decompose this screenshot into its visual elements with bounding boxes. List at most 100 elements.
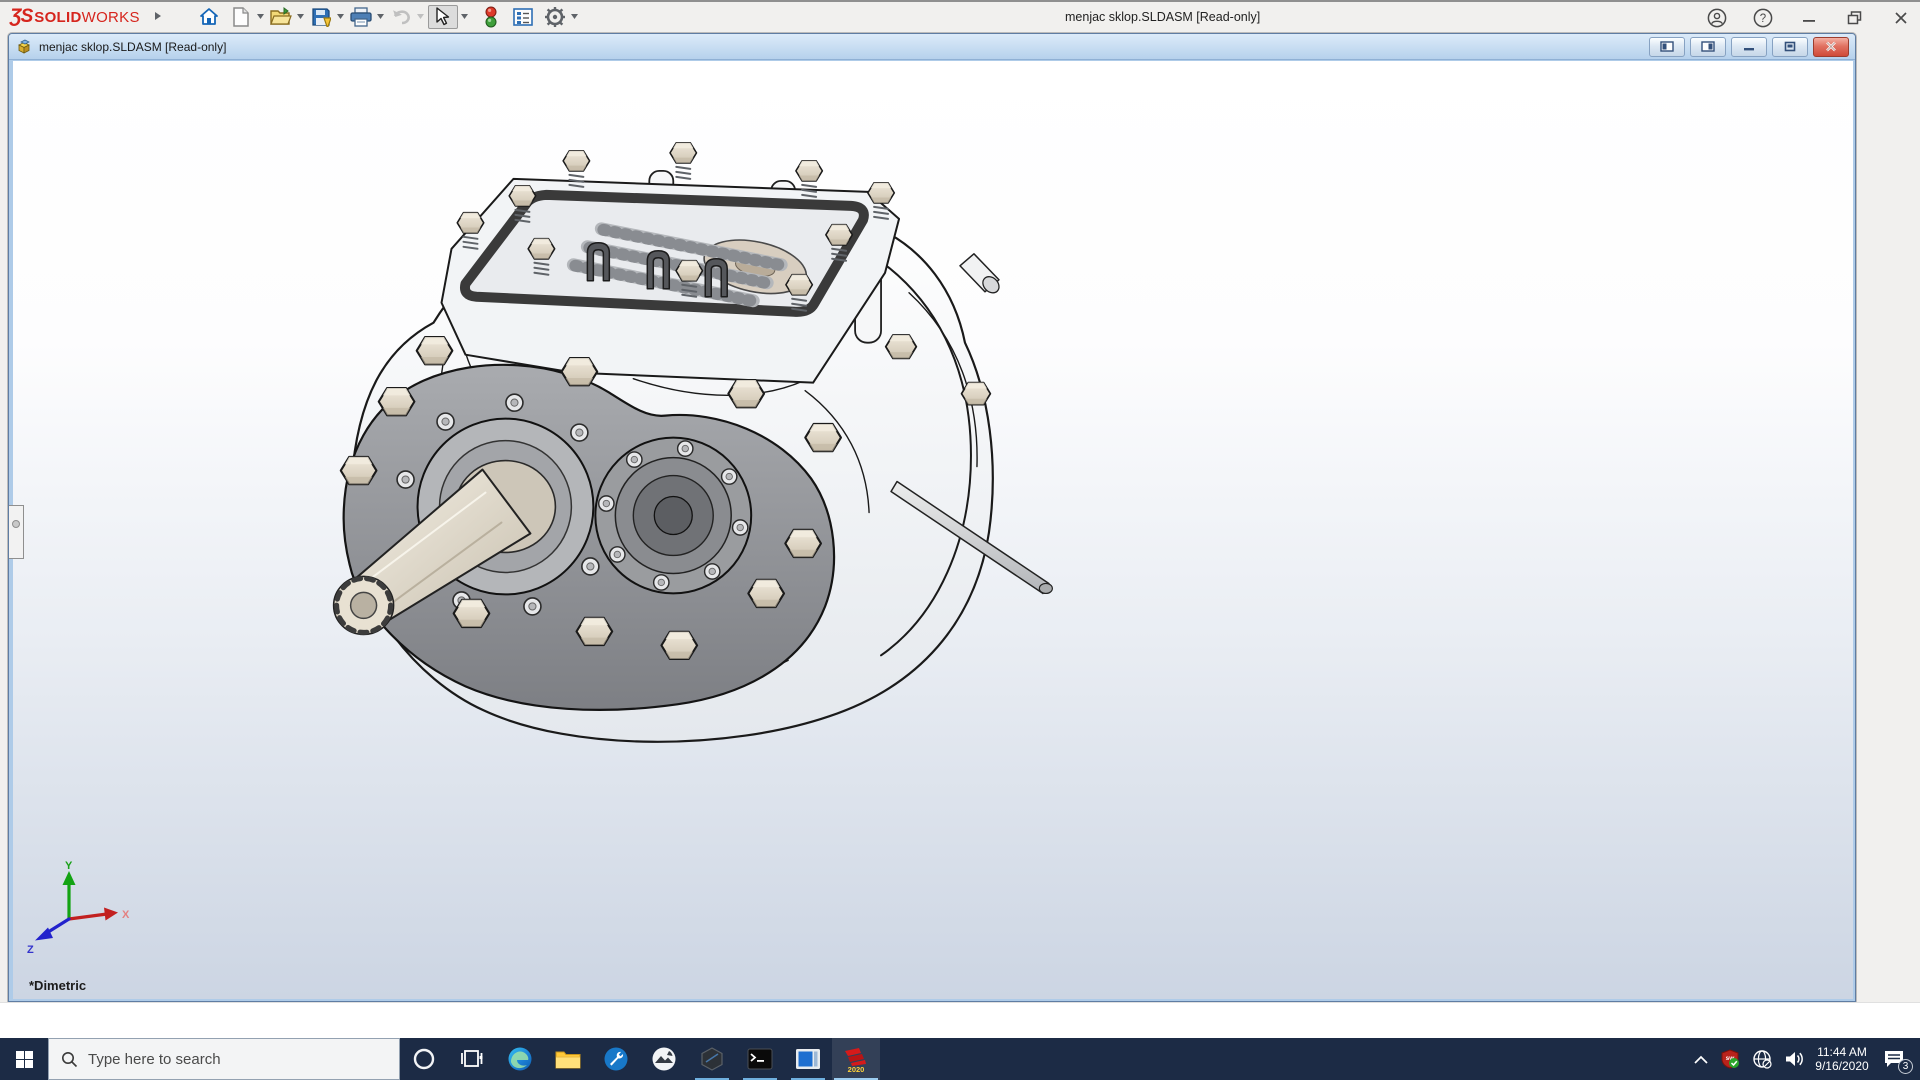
task-list-button[interactable] xyxy=(510,5,536,29)
edge-icon xyxy=(508,1047,532,1071)
print-button[interactable] xyxy=(348,5,374,29)
traffic-light-icon xyxy=(485,6,497,27)
quick-access-toolbar xyxy=(196,4,582,29)
open-button[interactable] xyxy=(268,5,294,29)
search-input[interactable] xyxy=(88,1050,348,1068)
taskbar-hexagon-app[interactable] xyxy=(688,1038,736,1080)
doc-minimize-button[interactable] xyxy=(1731,36,1767,57)
command-prompt-icon xyxy=(747,1048,773,1070)
home-button[interactable] xyxy=(196,5,222,29)
toggle-right-pane-button[interactable] xyxy=(1690,36,1726,57)
tray-solidworks-monitor[interactable]: sw xyxy=(1714,1038,1746,1080)
chevron-up-icon xyxy=(1694,1055,1708,1064)
triad-x-label: X xyxy=(122,909,130,921)
print-dropdown[interactable] xyxy=(374,5,388,29)
hidden-icons-chevron[interactable] xyxy=(1688,1038,1714,1080)
options-gear-dropdown[interactable] xyxy=(568,5,582,29)
taskbar: 2020 sw 11:44 AM 9/16/2020 3 xyxy=(0,1038,1920,1080)
taskbar-file-explorer[interactable] xyxy=(544,1038,592,1080)
taskbar-command-prompt[interactable] xyxy=(736,1038,784,1080)
select-arrow-icon xyxy=(436,7,449,26)
restore-icon xyxy=(1847,10,1862,24)
gearbox-model xyxy=(332,141,1053,743)
sw-shield-check-icon: sw xyxy=(1721,1049,1739,1069)
minimize-icon xyxy=(1803,19,1815,22)
doc-restore-icon xyxy=(1784,41,1796,52)
speaker-icon xyxy=(1786,1052,1803,1066)
pane-right-icon xyxy=(1701,41,1715,52)
photos-icon xyxy=(652,1047,676,1071)
taskbar-search[interactable] xyxy=(48,1038,400,1080)
new-document-button[interactable] xyxy=(228,5,254,29)
sw-year-label: 2020 xyxy=(848,1065,865,1073)
toggle-left-pane-button[interactable] xyxy=(1649,36,1685,57)
document-title: menjac sklop.SLDASM [Read-only] xyxy=(39,39,227,54)
tray-time: 11:44 AM xyxy=(1817,1045,1867,1059)
triad-y-label: Y xyxy=(65,861,73,872)
document-window: menjac sklop.SLDASM [Read-only] Y X Z *D… xyxy=(8,33,1856,1002)
search-icon xyxy=(62,1051,78,1067)
pane-left-icon xyxy=(1660,41,1674,52)
task-list-icon xyxy=(512,7,533,26)
orientation-triad: Y X Z xyxy=(27,861,130,956)
file-explorer-icon xyxy=(555,1051,581,1069)
undo-button[interactable] xyxy=(388,5,414,29)
task-view-icon xyxy=(461,1050,483,1067)
document-titlebar[interactable]: menjac sklop.SLDASM [Read-only] xyxy=(9,34,1855,60)
taskbar-edge[interactable] xyxy=(496,1038,544,1080)
open-dropdown[interactable] xyxy=(294,5,308,29)
tray-date: 9/16/2020 xyxy=(1815,1059,1869,1073)
undo-dropdown[interactable] xyxy=(414,5,428,29)
solidworks-logo: ƷS SOLID WORKS xyxy=(10,6,140,28)
menu-expand-arrow-icon[interactable] xyxy=(154,8,162,26)
new-document-dropdown[interactable] xyxy=(254,5,268,29)
traffic-light-button[interactable] xyxy=(478,5,504,29)
options-gear-button[interactable] xyxy=(542,5,568,29)
help-button[interactable]: ? xyxy=(1752,7,1774,29)
doc-close-icon xyxy=(1826,41,1836,52)
taskbar-solidworks[interactable]: 2020 xyxy=(832,1038,880,1080)
select-tool-dropdown[interactable] xyxy=(458,5,472,29)
minimize-button[interactable] xyxy=(1798,7,1820,29)
pane-tab-handle xyxy=(12,520,20,528)
doc-minimize-icon xyxy=(1744,47,1754,50)
tray-volume[interactable] xyxy=(1778,1038,1810,1080)
account-icon xyxy=(1707,8,1727,27)
taskbar-admin-tools[interactable] xyxy=(592,1038,640,1080)
account-button[interactable] xyxy=(1706,7,1728,29)
select-tool-button[interactable] xyxy=(427,4,458,29)
wrench-tool-icon xyxy=(604,1047,628,1071)
status-bar xyxy=(0,1002,1920,1038)
feature-pane-tab[interactable] xyxy=(9,505,24,559)
home-icon xyxy=(199,7,218,25)
notification-badge: 3 xyxy=(1898,1059,1913,1074)
help-icon: ? xyxy=(1753,8,1773,27)
hexagon-app-icon xyxy=(701,1047,723,1071)
maximize-button[interactable] xyxy=(1844,7,1866,29)
new-document-icon xyxy=(233,6,249,27)
cortana-icon xyxy=(413,1048,435,1070)
app-window-controls: ? xyxy=(1706,2,1912,33)
taskbar-photos[interactable] xyxy=(640,1038,688,1080)
taskbar-cortana[interactable] xyxy=(400,1038,448,1080)
save-dropdown[interactable] xyxy=(334,5,348,29)
start-button[interactable] xyxy=(0,1038,48,1080)
close-button[interactable] xyxy=(1890,7,1912,29)
doc-restore-button[interactable] xyxy=(1772,36,1808,57)
svg-text:?: ? xyxy=(1760,13,1766,25)
viewport-3d[interactable]: Y X Z *Dimetric xyxy=(13,61,1853,999)
undo-icon xyxy=(392,9,410,24)
taskbar-media-app[interactable] xyxy=(784,1038,832,1080)
tray-clock[interactable]: 11:44 AM 9/16/2020 xyxy=(1810,1045,1874,1073)
taskbar-task-view[interactable] xyxy=(448,1038,496,1080)
assembly-document-icon xyxy=(18,39,30,54)
solidworks-logo-light: WORKS xyxy=(81,8,140,26)
triad-z-label: Z xyxy=(27,944,34,956)
tray-network[interactable] xyxy=(1746,1038,1778,1080)
tray-notifications[interactable]: 3 xyxy=(1874,1038,1914,1080)
app-title: menjac sklop.SLDASM [Read-only] xyxy=(1065,10,1261,24)
system-tray: sw 11:44 AM 9/16/2020 3 xyxy=(1688,1038,1920,1080)
doc-close-button[interactable] xyxy=(1813,36,1849,57)
view-orientation-label: *Dimetric xyxy=(29,978,87,993)
save-button[interactable] xyxy=(308,5,334,29)
